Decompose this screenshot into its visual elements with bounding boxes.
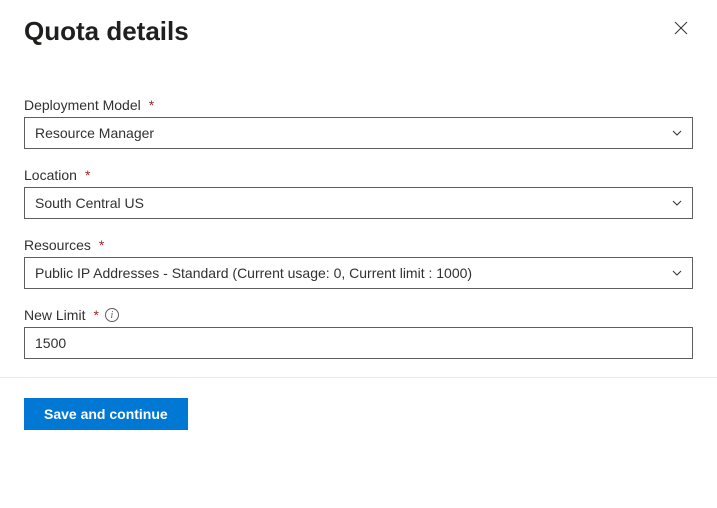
new-limit-label: New Limit * i xyxy=(24,307,693,323)
save-and-continue-button[interactable]: Save and continue xyxy=(24,398,188,430)
field-resources: Resources * Public IP Addresses - Standa… xyxy=(24,237,693,289)
new-limit-label-text: New Limit xyxy=(24,307,85,323)
location-select[interactable]: South Central US xyxy=(24,187,693,219)
required-mark: * xyxy=(93,307,98,323)
resources-label-text: Resources xyxy=(24,237,91,253)
location-label-text: Location xyxy=(24,167,77,183)
info-icon[interactable]: i xyxy=(105,308,119,322)
resources-select[interactable]: Public IP Addresses - Standard (Current … xyxy=(24,257,693,289)
close-button[interactable] xyxy=(669,16,693,43)
required-mark: * xyxy=(99,237,104,253)
deployment-model-label-text: Deployment Model xyxy=(24,97,141,113)
field-deployment-model: Deployment Model * Resource Manager xyxy=(24,97,693,149)
field-new-limit: New Limit * i xyxy=(24,307,693,359)
panel-title: Quota details xyxy=(24,16,189,47)
deployment-model-value: Resource Manager xyxy=(35,125,154,141)
panel-header: Quota details xyxy=(24,16,693,47)
field-location: Location * South Central US xyxy=(24,167,693,219)
location-value: South Central US xyxy=(35,195,144,211)
resources-label: Resources * xyxy=(24,237,693,253)
resources-value: Public IP Addresses - Standard (Current … xyxy=(35,265,472,281)
location-label: Location * xyxy=(24,167,693,183)
deployment-model-label: Deployment Model * xyxy=(24,97,693,113)
deployment-model-select[interactable]: Resource Manager xyxy=(24,117,693,149)
required-mark: * xyxy=(149,97,154,113)
close-icon xyxy=(673,20,689,39)
panel-footer: Save and continue xyxy=(0,378,717,450)
required-mark: * xyxy=(85,167,90,183)
new-limit-input[interactable] xyxy=(24,327,693,359)
